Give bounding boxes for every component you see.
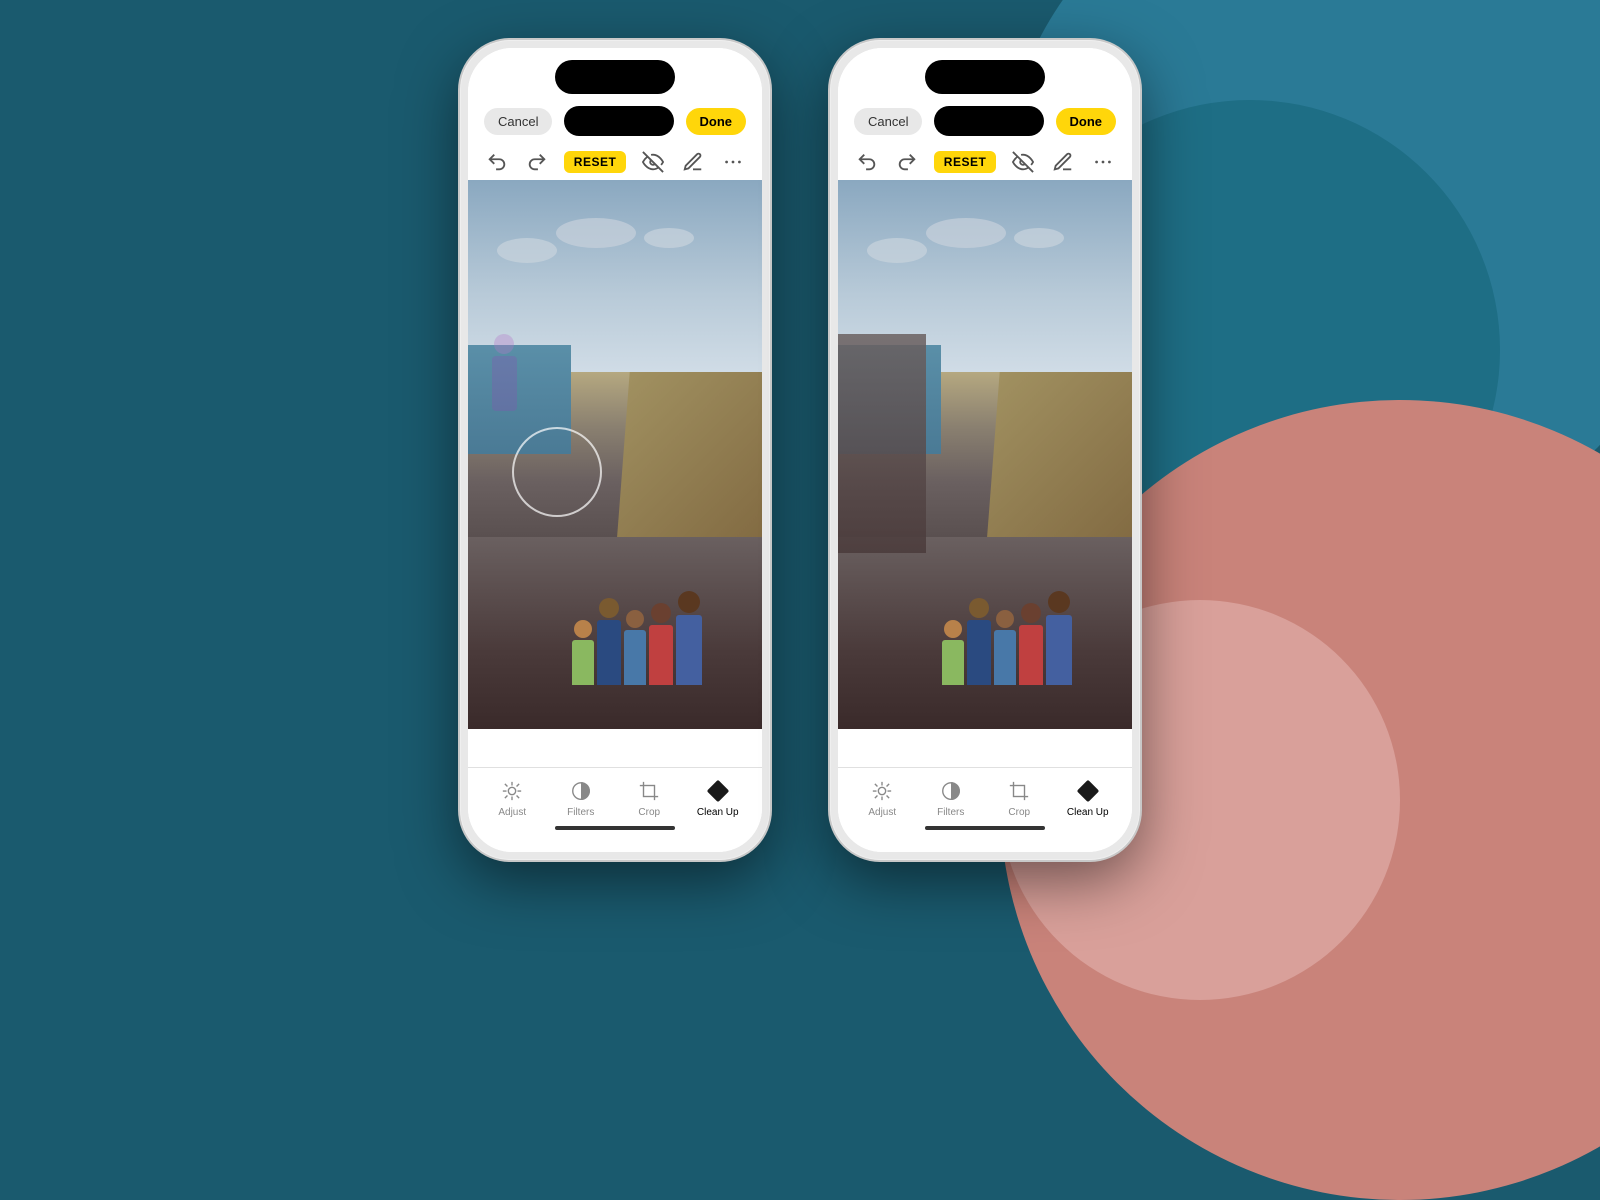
cleanup-label-left: Clean Up	[697, 807, 739, 818]
cleanup-label-right: Clean Up	[1067, 807, 1109, 818]
filters-icon-left	[568, 778, 594, 804]
bottom-white-left	[468, 729, 762, 759]
crop-icon-left	[636, 778, 662, 804]
more-button-right[interactable]	[1090, 148, 1116, 176]
photo-area-left[interactable]	[468, 180, 762, 729]
home-indicator-right	[925, 826, 1045, 830]
pill-indicator-left	[564, 106, 674, 136]
phone-inner-right: Cancel Done	[838, 48, 1132, 852]
cloud-r-1	[867, 238, 927, 263]
phone-inner-left: Cancel Done	[468, 48, 762, 852]
redo-button-left[interactable]	[524, 148, 550, 176]
tool-tabs-left: Adjust Filters	[468, 774, 762, 822]
diamond-right	[1076, 780, 1099, 803]
phone-screen-right: Cancel Done	[838, 48, 1132, 852]
bottom-white-right	[838, 729, 1132, 759]
phone-right: Cancel Done	[830, 40, 1140, 860]
more-button-left[interactable]	[720, 148, 746, 176]
eye-slash-button-left[interactable]	[640, 148, 666, 176]
bottom-toolbar-right: Adjust Filters	[838, 759, 1132, 852]
adjust-label-left: Adjust	[498, 807, 526, 818]
toolbar-row-right: RESET	[838, 144, 1132, 180]
reset-button-left[interactable]: RESET	[564, 151, 627, 173]
crop-icon-right	[1006, 778, 1032, 804]
tab-filters-left[interactable]: Filters	[553, 778, 608, 818]
redo-button-right[interactable]	[894, 148, 920, 176]
bottom-toolbar-left: Adjust Filters	[468, 759, 762, 852]
adjust-label-right: Adjust	[868, 807, 896, 818]
tab-adjust-right[interactable]: Adjust	[855, 778, 910, 818]
cloud-r-3	[1014, 228, 1064, 248]
beach-photo-right	[838, 180, 1132, 729]
cleanup-icon-right	[1075, 778, 1101, 804]
toolbar-row-left: RESET	[468, 144, 762, 180]
adjust-icon-left	[499, 778, 525, 804]
cloud-2	[556, 218, 636, 248]
tab-adjust-left[interactable]: Adjust	[485, 778, 540, 818]
markup-button-left[interactable]	[680, 148, 706, 176]
family-group-left	[527, 591, 748, 685]
cloud-3	[644, 228, 694, 248]
filters-icon-right	[938, 778, 964, 804]
tool-tabs-right: Adjust Filters	[838, 774, 1132, 822]
cloud-1	[497, 238, 557, 263]
tab-crop-left[interactable]: Crop	[622, 778, 677, 818]
family-group-right	[897, 591, 1118, 685]
beach-photo-left	[468, 180, 762, 729]
circle-selection-left	[512, 427, 602, 517]
home-indicator-left	[555, 826, 675, 830]
eye-slash-button-right[interactable]	[1010, 148, 1036, 176]
ghost-person-left	[492, 334, 517, 411]
phones-container: Cancel Done	[0, 0, 1600, 900]
phone-left: Cancel Done	[460, 40, 770, 860]
photo-area-right[interactable]	[838, 180, 1132, 729]
dynamic-island-right	[925, 60, 1045, 94]
tab-crop-right[interactable]: Crop	[992, 778, 1047, 818]
tab-cleanup-right[interactable]: Clean Up	[1060, 778, 1115, 818]
divider-right	[838, 767, 1132, 768]
divider-left	[468, 767, 762, 768]
filters-label-right: Filters	[937, 807, 964, 818]
dynamic-island-left	[555, 60, 675, 94]
reset-button-right[interactable]: RESET	[934, 151, 997, 173]
pill-indicator-right	[934, 106, 1044, 136]
diamond-left	[706, 780, 729, 803]
cloud-r-2	[926, 218, 1006, 248]
done-button-left[interactable]: Done	[686, 108, 747, 135]
cancel-button-left[interactable]: Cancel	[484, 108, 552, 135]
undo-button-left[interactable]	[484, 148, 510, 176]
markup-button-right[interactable]	[1050, 148, 1076, 176]
adjust-icon-right	[869, 778, 895, 804]
filters-label-left: Filters	[567, 807, 594, 818]
undo-button-right[interactable]	[854, 148, 880, 176]
cleanup-icon-left	[705, 778, 731, 804]
cancel-button-right[interactable]: Cancel	[854, 108, 922, 135]
tab-filters-right[interactable]: Filters	[923, 778, 978, 818]
done-button-right[interactable]: Done	[1056, 108, 1117, 135]
tab-cleanup-left[interactable]: Clean Up	[690, 778, 745, 818]
crop-label-right: Crop	[1008, 807, 1030, 818]
crop-label-left: Crop	[638, 807, 660, 818]
clean-area-right	[838, 334, 926, 554]
phone-screen-left: Cancel Done	[468, 48, 762, 852]
